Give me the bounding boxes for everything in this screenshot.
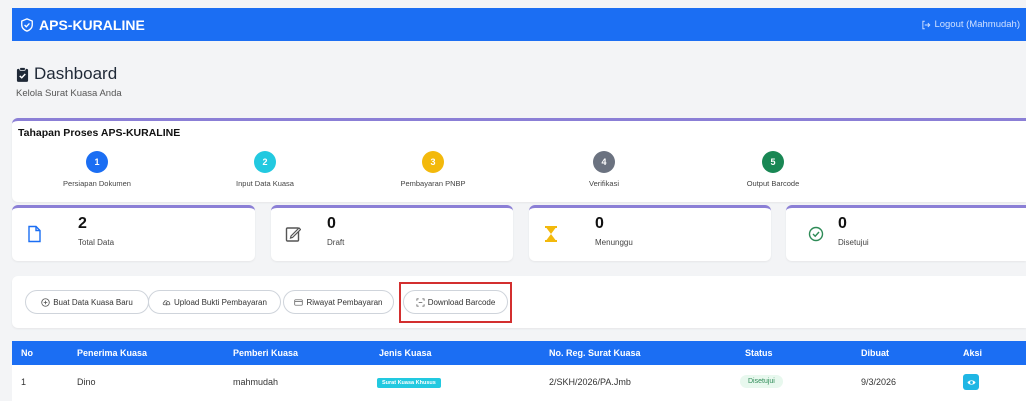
status-badge: Disetujui xyxy=(740,375,783,388)
column-header: Pemberi Kuasa xyxy=(233,348,299,358)
stage-label: Verifikasi xyxy=(588,179,619,188)
buat-data-kuasa-button[interactable]: Buat Data Kuasa Baru xyxy=(25,290,149,314)
clipboard-check-icon xyxy=(16,66,29,82)
upload-bukti-button[interactable]: Upload Bukti Pembayaran xyxy=(148,290,281,314)
stage-label: Output Barcode xyxy=(746,179,800,188)
hourglass-icon xyxy=(545,226,557,242)
stat-label: Total Data xyxy=(78,238,115,247)
stat-label: Menunggu xyxy=(595,238,633,247)
shield-check-icon xyxy=(21,17,33,32)
column-header: Aksi xyxy=(963,348,983,358)
logout-label: Logout (Mahmudah) xyxy=(934,19,1020,30)
stage-verifikasi: 4 Verifikasi xyxy=(534,151,674,188)
table-row: 1 Dino mahmudah Surat Kuasa Khusus 2/SKH… xyxy=(12,365,1026,401)
stat-card-total-data: 2 Total Data xyxy=(12,205,255,261)
cloud-upload-icon xyxy=(162,299,171,305)
jenis-kuasa-badge: Surat Kuasa Khusus xyxy=(377,378,441,388)
table-header: No Penerima Kuasa Pemberi Kuasa Jenis Ku… xyxy=(12,341,1026,365)
column-header: Jenis Kuasa xyxy=(379,348,432,358)
stages-title: Tahapan Proses APS-KURALINE xyxy=(18,127,181,139)
stat-card-draft: 0 Draft xyxy=(271,205,513,261)
stat-value: 2 xyxy=(78,215,87,232)
button-label: Upload Bukti Pembayaran xyxy=(174,297,267,307)
page-title: Dashboard xyxy=(16,64,122,84)
page-subtitle: Kelola Surat Kuasa Anda xyxy=(16,88,122,99)
process-stages-card: Tahapan Proses APS-KURALINE 1 Persiapan … xyxy=(12,118,1026,202)
app-title: APS-KURALINE xyxy=(39,16,145,33)
button-label: Buat Data Kuasa Baru xyxy=(53,297,133,307)
stage-persiapan-dokumen: 1 Persiapan Dokumen xyxy=(27,151,167,188)
column-header: Penerima Kuasa xyxy=(77,348,148,358)
stat-card-disetujui: 0 Disetujui xyxy=(786,205,1026,261)
cell-pemberi: mahmudah xyxy=(233,377,279,387)
cell-no: 1 xyxy=(21,377,27,387)
column-header: Status xyxy=(745,348,773,358)
stage-pembayaran-pnbp: 3 Pembayaran PNBP xyxy=(363,151,503,188)
column-header: No xyxy=(21,348,33,358)
stage-number: 2 xyxy=(254,151,276,173)
riwayat-pembayaran-button[interactable]: Riwayat Pembayaran xyxy=(283,290,394,314)
brand[interactable]: APS-KURALINE xyxy=(20,17,145,33)
column-header: No. Reg. Surat Kuasa xyxy=(549,348,641,358)
credit-card-icon xyxy=(294,298,304,306)
check-circle-icon xyxy=(808,226,824,242)
eye-icon xyxy=(966,379,976,385)
stat-value: 0 xyxy=(327,215,336,232)
cell-dibuat: 9/3/2026 xyxy=(861,377,897,387)
cell-noreg: 2/SKH/2026/PA.Jmb xyxy=(549,377,631,387)
stage-input-data-kuasa: 2 Input Data Kuasa xyxy=(195,151,335,188)
stat-label: Disetujui xyxy=(838,238,869,247)
surat-kuasa-table: No Penerima Kuasa Pemberi Kuasa Jenis Ku… xyxy=(12,341,1026,401)
top-navbar: APS-KURALINE Logout (Mahmudah) xyxy=(12,8,1026,41)
view-button[interactable] xyxy=(963,374,979,390)
actions-card: Buat Data Kuasa Baru Upload Bukti Pembay… xyxy=(12,276,1026,328)
page-header: Dashboard Kelola Surat Kuasa Anda xyxy=(16,64,122,99)
stage-number: 5 xyxy=(762,151,784,173)
logout-link[interactable]: Logout (Mahmudah) xyxy=(921,19,1020,30)
page-title-text: Dashboard xyxy=(34,64,118,83)
stage-label: Pembayaran PNBP xyxy=(400,179,466,188)
stat-value: 0 xyxy=(838,215,847,232)
stage-number: 4 xyxy=(593,151,615,173)
highlight-box xyxy=(399,282,512,323)
cell-penerima: Dino xyxy=(77,377,96,387)
column-header: Dibuat xyxy=(861,348,889,358)
stage-label: Persiapan Dokumen xyxy=(63,179,131,188)
edit-icon xyxy=(285,227,301,242)
stat-value: 0 xyxy=(595,215,604,232)
stage-label: Input Data Kuasa xyxy=(236,179,294,188)
stage-number: 3 xyxy=(422,151,444,173)
stage-output-barcode: 5 Output Barcode xyxy=(703,151,843,188)
stage-number: 1 xyxy=(86,151,108,173)
logout-icon xyxy=(922,20,931,29)
plus-circle-icon xyxy=(41,297,50,307)
file-icon xyxy=(28,225,41,243)
stat-label: Draft xyxy=(327,238,345,247)
stat-card-menunggu: 0 Menunggu xyxy=(529,205,771,261)
button-label: Riwayat Pembayaran xyxy=(306,297,383,307)
